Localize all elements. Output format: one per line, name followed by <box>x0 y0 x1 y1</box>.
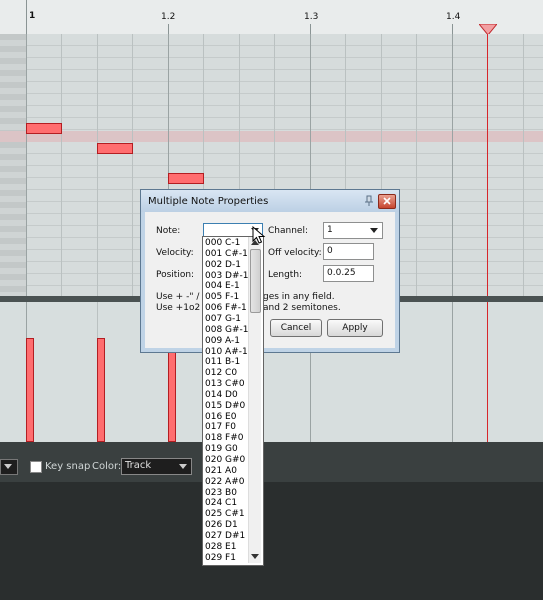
hint-line-2-prefix: Use +1o2 t <box>156 303 207 313</box>
grid-dropdown[interactable] <box>0 459 18 475</box>
channel-select[interactable]: 1 <box>323 222 383 239</box>
grid-line <box>452 302 453 442</box>
key-snap-label: Key snap <box>45 461 91 472</box>
off-velocity-field[interactable]: 0 <box>323 243 374 260</box>
length-field[interactable]: 0.0.25 <box>323 265 374 282</box>
key-snap-checkbox[interactable] <box>30 461 42 473</box>
note-list-item[interactable]: 000 C-1 <box>205 238 240 248</box>
note-list-item[interactable]: 018 F#0 <box>205 433 243 443</box>
close-button[interactable] <box>378 194 396 209</box>
velocity-bar[interactable] <box>26 338 34 442</box>
channel-value: 1 <box>327 225 333 235</box>
note-list-item[interactable]: 011 B-1 <box>205 357 240 367</box>
note-list-item[interactable]: 006 F#-1 <box>205 303 247 313</box>
highlighted-row <box>0 131 543 142</box>
scroll-thumb[interactable] <box>250 249 261 313</box>
apply-button[interactable]: Apply <box>327 319 383 337</box>
dialog-title: Multiple Note Properties <box>148 196 269 207</box>
note-list-item[interactable]: 029 F1 <box>205 553 236 563</box>
note-list-item[interactable]: 022 A#0 <box>205 477 244 487</box>
note-list-item[interactable]: 004 E-1 <box>205 281 240 291</box>
cancel-button[interactable]: Cancel <box>270 319 322 337</box>
mouse-pointer-icon <box>252 226 266 244</box>
note-list-item[interactable]: 008 G#-1 <box>205 325 249 335</box>
midi-note[interactable] <box>26 123 62 134</box>
play-cursor-line <box>487 34 488 296</box>
off-velocity-label: Off velocity: <box>268 248 322 258</box>
channel-label: Channel: <box>268 226 308 236</box>
note-list-item[interactable]: 013 C#0 <box>205 379 245 389</box>
position-label: Position: <box>156 270 195 280</box>
note-list-item[interactable]: 015 D#0 <box>205 401 245 411</box>
note-list-item[interactable]: 007 G-1 <box>205 314 241 324</box>
pin-icon[interactable] <box>363 195 375 207</box>
note-list-item[interactable]: 009 A-1 <box>205 336 240 346</box>
note-list-item[interactable]: 023 B0 <box>205 488 237 498</box>
note-list-item[interactable]: 010 A#-1 <box>205 347 248 357</box>
length-label: Length: <box>268 270 303 280</box>
play-cursor-line <box>487 302 488 442</box>
chevron-down-icon <box>179 464 187 469</box>
chevron-down-icon <box>4 464 12 469</box>
midi-note[interactable] <box>97 143 133 154</box>
grid-line <box>416 34 417 296</box>
ruler-tick <box>452 24 453 34</box>
timeline-ruler[interactable]: 1 1.2 1.3 1.4 <box>0 0 543 36</box>
note-list-item[interactable]: 026 D1 <box>205 520 238 530</box>
grid-line <box>523 34 524 296</box>
note-list-item[interactable]: 014 D0 <box>205 390 238 400</box>
color-label: Color: <box>92 461 122 472</box>
ruler-label-1-4: 1.4 <box>446 12 461 22</box>
bottom-toolbar: Key snap Color: Track <box>0 442 543 482</box>
grid-line <box>26 34 27 296</box>
grid-line <box>97 34 98 296</box>
midi-note[interactable] <box>168 173 204 184</box>
chevron-down-icon <box>370 228 378 233</box>
ruler-tick <box>26 0 27 34</box>
note-list-item[interactable]: 019 G0 <box>205 444 238 454</box>
grid-line <box>61 34 62 296</box>
velocity-label: Velocity: <box>156 248 194 258</box>
note-list-item[interactable]: 027 D#1 <box>205 531 245 541</box>
hint-line-2-suffix: and 2 semitones. <box>263 303 341 313</box>
off-velocity-value: 0 <box>327 246 333 256</box>
note-list-item[interactable]: 024 C1 <box>205 498 237 508</box>
footer-area <box>0 482 543 600</box>
note-list-item[interactable]: 016 E0 <box>205 412 236 422</box>
dialog-titlebar[interactable]: Multiple Note Properties <box>141 190 399 212</box>
piano-key-strip <box>0 34 26 296</box>
grid-line <box>132 34 133 296</box>
velocity-bar[interactable] <box>168 338 176 442</box>
note-list-item[interactable]: 005 F-1 <box>205 292 239 302</box>
length-value: 0.0.25 <box>327 268 356 278</box>
note-list-item[interactable]: 021 A0 <box>205 466 237 476</box>
close-icon <box>383 197 391 205</box>
note-list-item[interactable]: 012 C0 <box>205 368 237 378</box>
grid-line <box>452 34 453 296</box>
color-select[interactable]: Track <box>121 458 192 475</box>
note-list-item[interactable]: 002 D-1 <box>205 260 241 270</box>
color-select-value: Track <box>125 460 152 471</box>
note-label: Note: <box>156 226 181 236</box>
note-list-item[interactable]: 025 C#1 <box>205 509 245 519</box>
ruler-label-1-2: 1.2 <box>161 12 176 22</box>
hint-line-1-suffix: ges in any field. <box>263 292 335 302</box>
multiple-note-properties-dialog: Multiple Note Properties Note: Channel: … <box>140 189 400 353</box>
note-list-item[interactable]: 020 G#0 <box>205 455 245 465</box>
ruler-label-1: 1 <box>29 11 36 21</box>
ruler-tick <box>310 24 311 34</box>
note-list-scrollbar[interactable] <box>248 237 261 563</box>
velocity-bar[interactable] <box>97 338 105 442</box>
note-list-item[interactable]: 028 E1 <box>205 542 236 552</box>
note-list-item[interactable]: 003 D#-1 <box>205 271 248 281</box>
note-list-item[interactable]: 001 C#-1 <box>205 249 248 259</box>
scroll-down-icon[interactable] <box>251 554 259 559</box>
note-list-item[interactable]: 017 F0 <box>205 422 236 432</box>
ruler-label-1-3: 1.3 <box>304 12 319 22</box>
ruler-tick <box>168 24 169 34</box>
